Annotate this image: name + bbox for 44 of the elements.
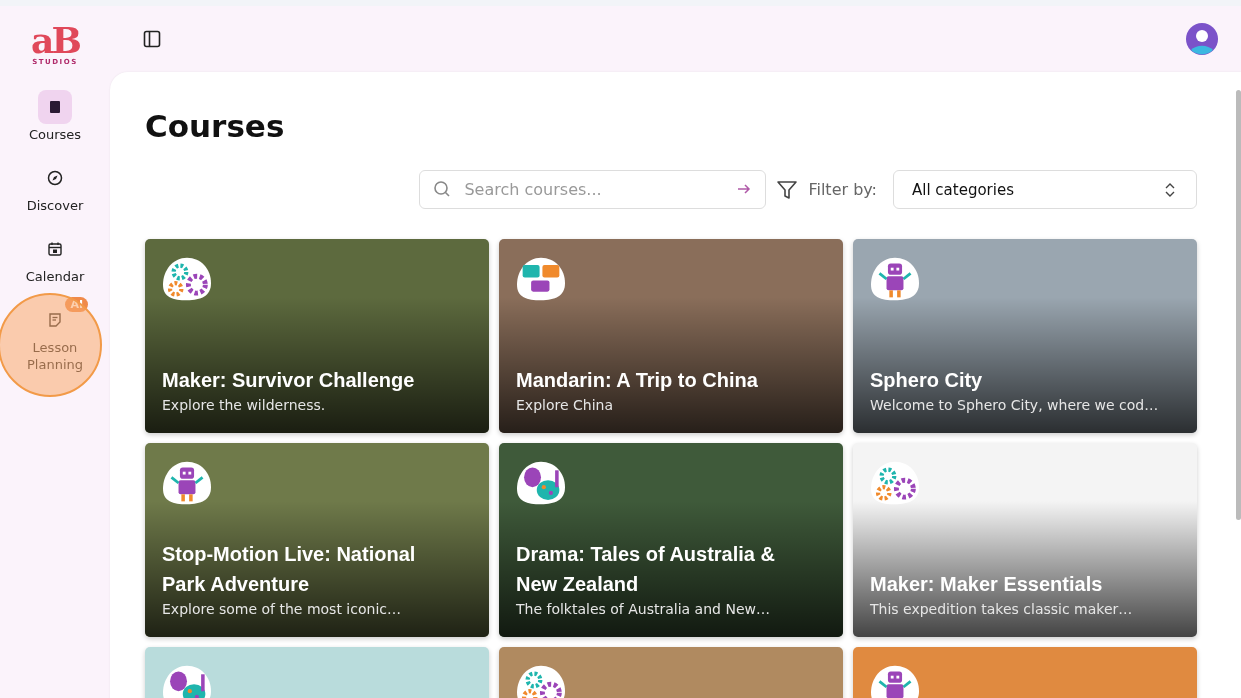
nav-item[interactable]: Discover: [10, 153, 100, 214]
robot-icon: [161, 459, 213, 507]
robot-icon: [869, 663, 921, 698]
compass-icon: [46, 169, 64, 187]
masks-palette-icon: [161, 663, 213, 698]
scrollbar[interactable]: [1236, 90, 1241, 520]
course-description: The folktales of Australia and New…: [516, 600, 771, 619]
masks-palette-icon: [515, 459, 567, 507]
course-card[interactable]: Drama: Tales of Australia & New Zealand The folktales of Australia and New…: [499, 443, 843, 637]
gears-icon: [161, 255, 213, 303]
note-icon: [46, 311, 64, 329]
filter-icon: [776, 178, 799, 201]
course-title: Maker: Survivor Challenge: [162, 368, 416, 393]
course-card[interactable]: Mandarin: A Trip to China Explore China: [499, 239, 843, 433]
course-title: Stop-Motion Live: National Park Adventure: [162, 542, 417, 597]
course-title: Drama: Tales of Australia & New Zealand: [516, 542, 776, 597]
course-title: Maker: Maker Essentials: [870, 572, 1104, 597]
filter-label: Filter by:: [808, 180, 877, 199]
nav-item[interactable]: Calendar: [10, 224, 100, 285]
logo: aB: [31, 22, 79, 58]
robot-icon: [869, 255, 921, 303]
course-card[interactable]: Maker: Survivor Challenge Explore the wilderness.: [145, 239, 489, 433]
course-title: Mandarin: A Trip to China: [516, 368, 759, 393]
gears-icon: [869, 459, 921, 507]
page-title: Courses: [145, 107, 285, 146]
category-select[interactable]: All categories: [893, 170, 1197, 209]
sidebar-toggle-icon[interactable]: [143, 30, 161, 48]
course-card[interactable]: Stop-Motion Live: National Park Adventure Explore some of the most iconic…: [145, 443, 489, 637]
course-description: This expedition takes classic maker…: [870, 600, 1134, 619]
speech-bubbles-icon: [515, 255, 567, 303]
search-icon: [433, 180, 452, 198]
search-field[interactable]: Search courses...: [419, 170, 767, 209]
course-description: Explore China: [516, 396, 614, 415]
course-card[interactable]: Maker: Maker Essentials This expedition takes classic maker…: [853, 443, 1197, 637]
calendar-icon: [46, 240, 64, 258]
course-description: Explore some of the most iconic…: [162, 600, 402, 619]
course-title: Sphero City: [870, 368, 984, 393]
course-description: Explore the wilderness.: [162, 396, 327, 415]
avatar-icon[interactable]: [1186, 23, 1218, 55]
course-description: Welcome to Sphero City, where we cod…: [870, 396, 1160, 415]
nav-item[interactable]: Courses: [10, 82, 100, 143]
chevron-up-down-icon: [1164, 181, 1176, 198]
course-card[interactable]: Sphero City Welcome to Sphero City, where we cod…: [853, 239, 1197, 433]
gears-icon: [515, 663, 567, 698]
